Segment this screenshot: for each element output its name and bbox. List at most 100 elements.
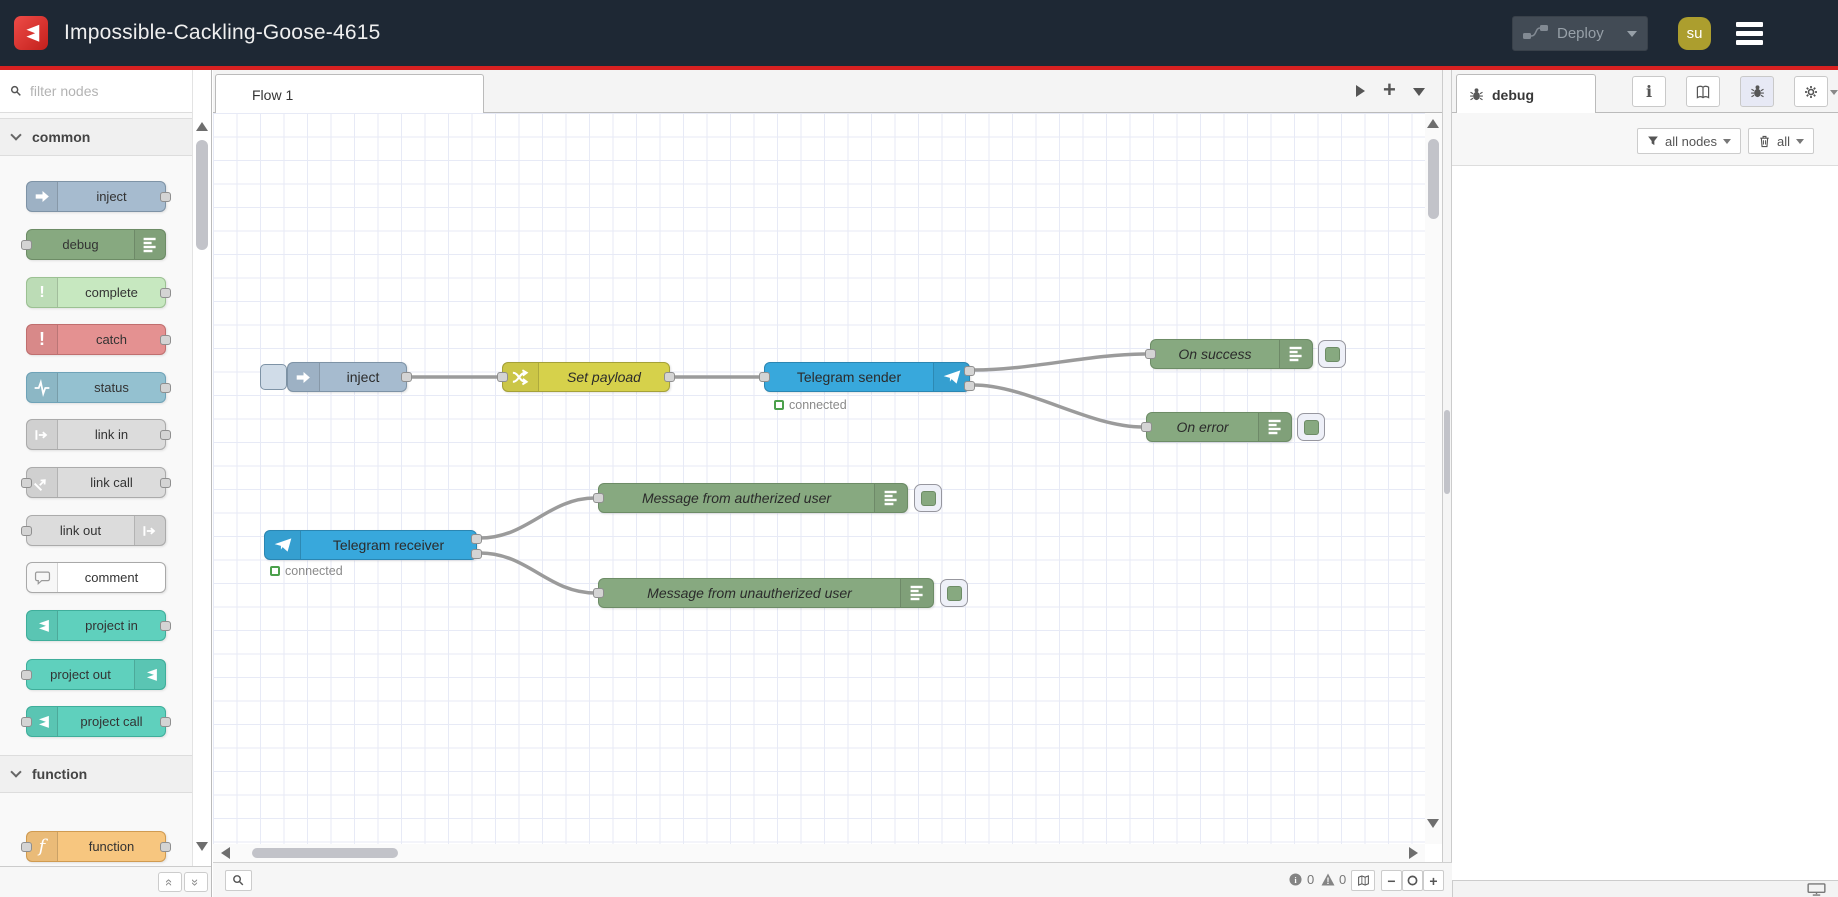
help-tab-button[interactable] (1686, 76, 1720, 107)
flow-node-message-authorized[interactable]: Message from autherized user (593, 483, 908, 513)
sidebar-tabs-caret-icon[interactable] (1830, 90, 1838, 95)
palette-node-status[interactable]: status (26, 372, 171, 403)
main-menu-button[interactable] (1736, 22, 1763, 49)
scrollbar-thumb[interactable] (196, 140, 208, 250)
palette-node-project-out[interactable]: project out (21, 659, 166, 690)
flow-node-on-success[interactable]: On success (1145, 339, 1313, 369)
scroll-down-icon[interactable] (1427, 819, 1439, 828)
input-port[interactable] (21, 239, 32, 250)
tab-flow-1[interactable]: Flow 1 (215, 74, 484, 114)
debug-message-list[interactable] (1452, 166, 1838, 880)
output-port-2[interactable] (964, 381, 975, 391)
zoom-in-button[interactable]: + (1423, 870, 1444, 891)
debug-toggle-button[interactable] (940, 579, 968, 607)
scroll-left-icon[interactable] (221, 847, 230, 859)
output-port[interactable] (160, 191, 171, 202)
palette-node-link-call[interactable]: link call (21, 467, 171, 498)
zoom-reset-button[interactable] (1402, 870, 1423, 891)
palette-node-link-out[interactable]: link out (21, 515, 166, 546)
palette-node-debug[interactable]: debug (21, 229, 166, 260)
wire[interactable] (971, 383, 1145, 429)
input-port[interactable] (593, 493, 604, 503)
debug-tab-button[interactable] (1740, 76, 1774, 107)
debug-toggle-button[interactable] (1297, 413, 1325, 441)
scrollbar-thumb[interactable] (1428, 139, 1439, 219)
flow-node-set-payload[interactable]: Set payload (497, 362, 675, 392)
output-port[interactable] (160, 334, 171, 345)
search-flows-button[interactable] (225, 870, 252, 891)
debug-toggle-button[interactable] (1318, 340, 1346, 368)
navigator-toggle-button[interactable] (1351, 870, 1375, 891)
debug-clear-button[interactable]: all (1748, 128, 1815, 154)
palette-node-project-in[interactable]: project in (26, 610, 171, 641)
debug-filter-button[interactable]: all nodes (1637, 128, 1742, 154)
flow-canvas[interactable]: inject Set payload Telegram sender conne… (213, 113, 1425, 844)
splitter-handle[interactable] (1444, 410, 1450, 494)
input-port[interactable] (21, 477, 32, 488)
output-port-1[interactable] (964, 366, 975, 376)
config-tab-button[interactable] (1794, 76, 1828, 107)
output-port[interactable] (160, 716, 171, 727)
input-port[interactable] (21, 669, 32, 680)
info-tab-button[interactable]: i (1632, 76, 1666, 107)
input-port[interactable] (593, 588, 604, 598)
open-in-window-button[interactable] (1807, 883, 1826, 897)
output-port[interactable] (160, 477, 171, 488)
palette-node-comment[interactable]: comment (26, 562, 166, 593)
debug-toggle-button[interactable] (914, 484, 942, 512)
palette-search[interactable] (0, 70, 211, 113)
palette-section-common[interactable]: common (0, 118, 192, 156)
canvas-horizontal-scrollbar[interactable] (213, 844, 1425, 862)
scroll-up-icon[interactable] (196, 122, 208, 131)
output-port[interactable] (160, 287, 171, 298)
input-port[interactable] (497, 372, 508, 382)
input-port[interactable] (21, 841, 32, 852)
palette-section-function[interactable]: function (0, 755, 192, 793)
input-port[interactable] (21, 716, 32, 727)
output-port[interactable] (160, 620, 171, 631)
scroll-down-icon[interactable] (196, 842, 208, 851)
output-port-2[interactable] (471, 549, 482, 559)
input-port[interactable] (759, 372, 770, 382)
scroll-up-icon[interactable] (1427, 119, 1439, 128)
output-port[interactable] (401, 372, 412, 382)
palette-node-catch[interactable]: ! catch (26, 324, 171, 355)
input-port[interactable] (1145, 349, 1156, 359)
wire[interactable] (478, 496, 597, 540)
flow-node-telegram-sender[interactable]: Telegram sender (759, 362, 975, 392)
flow-node-inject[interactable]: inject (287, 362, 412, 392)
scrollbar-thumb[interactable] (252, 848, 398, 858)
sidebar-splitter[interactable] (1442, 70, 1452, 862)
deploy-options-caret-icon[interactable] (1627, 30, 1637, 37)
output-port[interactable] (160, 382, 171, 393)
zoom-out-button[interactable]: − (1381, 870, 1402, 891)
wire[interactable] (971, 352, 1149, 372)
output-port-1[interactable] (471, 534, 482, 544)
add-flow-button[interactable]: + (1383, 77, 1396, 103)
deploy-button[interactable]: Deploy (1512, 16, 1648, 51)
output-port[interactable] (664, 372, 675, 382)
input-port[interactable] (21, 525, 32, 536)
palette-filter-input[interactable] (28, 82, 178, 100)
palette-node-link-in[interactable]: link in (26, 419, 171, 450)
output-port[interactable] (160, 841, 171, 852)
palette-node-project-call[interactable]: project call (21, 706, 171, 737)
expand-all-button[interactable]: » (184, 872, 208, 892)
palette-node-inject[interactable]: inject (26, 181, 171, 212)
wire[interactable] (478, 551, 597, 595)
canvas-vertical-scrollbar[interactable] (1425, 113, 1442, 844)
scroll-right-icon[interactable] (1409, 847, 1418, 859)
tab-debug[interactable]: debug (1456, 74, 1596, 114)
inject-trigger-button[interactable] (260, 364, 287, 390)
input-port[interactable] (1141, 422, 1152, 432)
flow-node-on-error[interactable]: On error (1141, 412, 1292, 442)
output-port[interactable] (160, 429, 171, 440)
palette-node-function[interactable]: f function (21, 831, 171, 862)
next-tab-icon[interactable] (1356, 85, 1365, 97)
user-avatar[interactable]: su (1678, 17, 1711, 50)
collapse-all-button[interactable]: « (158, 872, 182, 892)
palette-node-complete[interactable]: ! complete (26, 277, 171, 308)
flow-node-telegram-receiver[interactable]: Telegram receiver (264, 530, 482, 560)
palette-scrollbar[interactable] (192, 70, 211, 866)
flow-list-icon[interactable] (1413, 88, 1425, 96)
